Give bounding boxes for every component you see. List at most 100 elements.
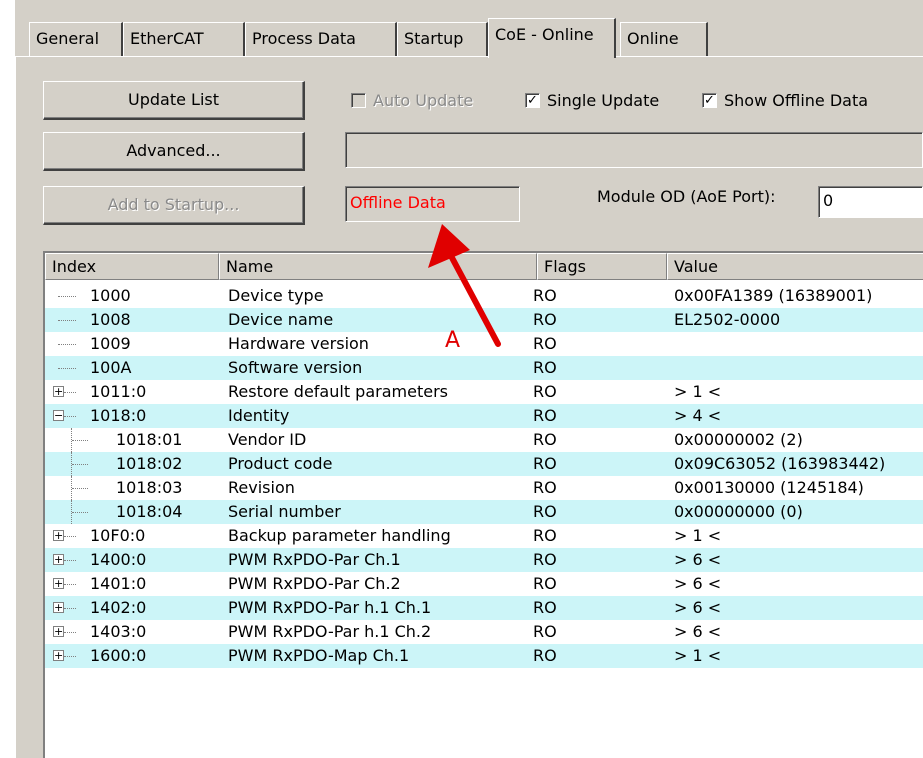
table-row[interactable]: 1018:03 Revision RO 0x00130000 (1245184) (45, 476, 923, 500)
cell-flags: RO (533, 430, 557, 449)
cell-name: Product code (228, 454, 333, 473)
tab-label: Online (627, 29, 679, 48)
checkmark-icon: ✓ (525, 93, 540, 108)
cell-flags: RO (533, 622, 557, 641)
annotation-arrow-icon (428, 224, 501, 347)
column-header-flags[interactable]: Flags (537, 253, 667, 280)
cell-name: PWM RxPDO-Par h.1 Ch.2 (228, 622, 432, 641)
tree-connector (64, 584, 76, 585)
tree-connector (72, 488, 88, 489)
cell-index: 1403:0 (90, 622, 147, 641)
cell-name: Identity (228, 406, 290, 425)
update-list-button[interactable]: Update List (43, 81, 305, 120)
cell-value: 0x00000002 (2) (674, 430, 803, 449)
cell-flags: RO (533, 382, 557, 401)
cell-flags: RO (533, 598, 557, 617)
cell-index: 100A (90, 358, 132, 377)
table-row[interactable]: 1018:01 Vendor ID RO 0x00000002 (2) (45, 428, 923, 452)
collapse-icon[interactable]: − (53, 410, 64, 421)
tab-startup[interactable]: Startup (397, 22, 488, 56)
table-row[interactable]: +1011:0 Restore default parameters RO > 1 < (45, 380, 923, 404)
checkbox-label: Auto Update (373, 91, 474, 110)
tree-connector (64, 536, 76, 537)
cell-flags: RO (533, 646, 557, 665)
cell-name: PWM RxPDO-Par Ch.1 (228, 550, 401, 569)
tree-connector (64, 416, 76, 417)
tab-label: General (36, 29, 100, 48)
tree-connector (72, 464, 88, 465)
advanced-button[interactable]: Advanced... (43, 132, 305, 171)
cell-value: > 1 < (674, 526, 722, 545)
cell-flags: RO (533, 286, 557, 305)
single-update-checkbox[interactable]: ✓ Single Update (525, 91, 659, 110)
table-row[interactable]: 100A Software version RO (45, 356, 923, 380)
cell-flags: RO (533, 454, 557, 473)
tab-process-data[interactable]: Process Data (245, 22, 397, 56)
cell-value: 0x00130000 (1245184) (674, 478, 864, 497)
tab-ethercat[interactable]: EtherCAT (123, 22, 245, 56)
show-offline-data-checkbox[interactable]: ✓ Show Offline Data (702, 91, 868, 110)
column-header-value[interactable]: Value (667, 253, 923, 280)
tree-connector (64, 560, 76, 561)
table-row[interactable]: +10F0:0 Backup parameter handling RO > 1 < (45, 524, 923, 548)
table-row[interactable]: 1018:02 Product code RO 0x09C63052 (1639834… (45, 452, 923, 476)
cell-name: Revision (228, 478, 295, 497)
expand-icon[interactable]: + (53, 554, 64, 565)
tab-label: EtherCAT (130, 29, 204, 48)
cell-index: 1018:01 (116, 430, 183, 449)
table-row[interactable]: +1403:0 PWM RxPDO-Par h.1 Ch.2 RO > 6 < (45, 620, 923, 644)
cell-index: 1600:0 (90, 646, 147, 665)
tab-label: Process Data (252, 29, 356, 48)
cell-name: Backup parameter handling (228, 526, 451, 545)
add-to-startup-button[interactable]: Add to Startup... (43, 186, 305, 225)
table-row[interactable]: − 1018:0 Identity RO > 4 < (45, 404, 923, 428)
expand-icon[interactable]: + (53, 650, 64, 661)
cell-index: 1018:03 (116, 478, 183, 497)
expand-icon[interactable]: + (53, 626, 64, 637)
cell-name: Device type (228, 286, 324, 305)
cell-name: Vendor ID (228, 430, 307, 449)
tree-connector (58, 368, 76, 369)
tree-connector (58, 320, 76, 321)
expand-icon[interactable]: + (53, 530, 64, 541)
tab-coe-online[interactable]: CoE - Online (488, 18, 616, 58)
table-row[interactable]: +1402:0 PWM RxPDO-Par h.1 Ch.1 RO > 6 < (45, 596, 923, 620)
expand-icon[interactable]: + (53, 578, 64, 589)
cell-flags: RO (533, 574, 557, 593)
cell-index: 1018:0 (90, 406, 147, 425)
status-text-field (345, 132, 923, 168)
cell-name: PWM RxPDO-Map Ch.1 (228, 646, 410, 665)
cell-value: > 1 < (674, 646, 722, 665)
module-od-input[interactable]: 0 (818, 186, 923, 218)
cell-value: > 1 < (674, 382, 722, 401)
tree-connector (58, 296, 76, 297)
cell-index: 1400:0 (90, 550, 147, 569)
expand-icon[interactable]: + (53, 602, 64, 613)
tab-online[interactable]: Online (620, 22, 708, 56)
auto-update-checkbox[interactable]: Auto Update (351, 91, 473, 110)
tab-label: CoE - Online (495, 25, 594, 44)
tree-connector (64, 656, 76, 657)
cell-value: 0x00000000 (0) (674, 502, 803, 521)
cell-name: Device name (228, 310, 334, 329)
cell-name: PWM RxPDO-Par h.1 Ch.1 (228, 598, 432, 617)
table-row[interactable]: +1600:0 PWM RxPDO-Map Ch.1 RO > 1 < (45, 644, 923, 668)
cell-name: Serial number (228, 502, 341, 521)
cell-flags: RO (533, 478, 557, 497)
tree-connector (58, 344, 76, 345)
table-row[interactable]: +1400:0 PWM RxPDO-Par Ch.1 RO > 6 < (45, 548, 923, 572)
tab-label: Startup (404, 29, 464, 48)
cell-index: 1008 (90, 310, 131, 329)
expand-icon[interactable]: + (53, 386, 64, 397)
table-row[interactable]: +1401:0 PWM RxPDO-Par Ch.2 RO > 6 < (45, 572, 923, 596)
cell-index: 10F0:0 (90, 526, 146, 545)
checkbox-label: Single Update (547, 91, 660, 110)
cell-name: Restore default parameters (228, 382, 448, 401)
table-row[interactable]: 1018:04 Serial number RO 0x00000000 (0) (45, 500, 923, 524)
module-od-label: Module OD (AoE Port): (597, 187, 776, 206)
cell-flags: RO (533, 334, 557, 353)
cell-value: > 4 < (674, 406, 722, 425)
tab-strip: General EtherCAT Process Data Startup Co… (15, 18, 923, 58)
tab-general[interactable]: General (29, 22, 123, 56)
column-header-index[interactable]: Index (45, 253, 219, 280)
